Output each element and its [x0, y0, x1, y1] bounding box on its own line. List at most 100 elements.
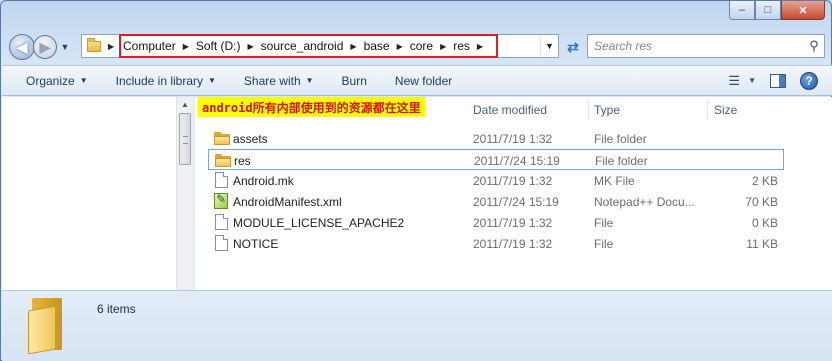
details-pane: 6 items: [2, 290, 832, 361]
minimize-button[interactable]: –: [729, 1, 755, 20]
column-divider[interactable]: [588, 99, 589, 120]
include-in-library-button[interactable]: Include in library ▼: [102, 66, 230, 95]
breadcrumb-item[interactable]: Soft (D:) ▶: [196, 39, 261, 53]
breadcrumb-separator-icon[interactable]: ▶: [440, 42, 446, 51]
organize-button[interactable]: Organize ▼: [2, 66, 102, 95]
file-size: 11 KB: [746, 237, 778, 251]
file-row[interactable]: Android.mk 2011/7/19 1:32 MK File 2 KB: [208, 170, 784, 191]
pane-splitter[interactable]: [193, 97, 195, 290]
share-with-button[interactable]: Share with ▼: [230, 66, 328, 95]
file-row[interactable]: res 2011/7/24 15:19 File folder: [208, 149, 784, 170]
caption-buttons: – □ ✕: [729, 1, 825, 20]
forward-arrow-icon: ▶: [39, 38, 51, 55]
file-name: MODULE_LICENSE_APACHE2: [233, 216, 405, 230]
help-button[interactable]: ?: [800, 71, 818, 90]
file-date-modified: 2011/7/19 1:32: [473, 132, 553, 146]
file-row[interactable]: assets 2011/7/19 1:32 File folder: [208, 128, 784, 149]
breadcrumb-item[interactable]: source_android ▶: [261, 39, 364, 53]
chevron-down-icon: ▼: [60, 42, 70, 52]
new-folder-button[interactable]: New folder: [381, 66, 466, 95]
column-header-date-modified[interactable]: Date modified: [473, 103, 547, 117]
search-icon[interactable]: ⚲: [804, 38, 824, 54]
maximize-button[interactable]: □: [755, 1, 781, 20]
file-name: assets: [233, 132, 268, 146]
breadcrumb-item[interactable]: base ▶: [364, 39, 410, 53]
column-header-type[interactable]: Type: [594, 103, 620, 117]
file-size: 2 KB: [751, 174, 778, 188]
folder-icon: [214, 131, 230, 145]
forward-button[interactable]: ▶: [33, 35, 57, 59]
file-date-modified: 2011/7/24 15:19: [473, 195, 559, 209]
breadcrumb-separator-icon[interactable]: ▶: [350, 42, 356, 51]
annotation-label: android所有内部使用到的资源都在这里: [198, 97, 425, 117]
breadcrumb-separator-icon[interactable]: ▶: [248, 42, 254, 51]
recent-pages-dropdown[interactable]: ▼: [59, 42, 71, 52]
toolbar-right: ☰ ▼ ?: [728, 66, 818, 95]
breadcrumb-separator-icon[interactable]: ▶: [183, 42, 189, 51]
file-date-modified: 2011/7/19 1:32: [473, 237, 553, 251]
scroll-up-icon[interactable]: ▲: [177, 97, 193, 113]
breadcrumb-label: Computer: [123, 39, 176, 53]
share-with-label: Share with: [243, 73, 301, 88]
file-row[interactable]: MODULE_LICENSE_APACHE2 2011/7/19 1:32 File…: [208, 212, 784, 233]
file-row[interactable]: NOTICE 2011/7/19 1:32 File 11 KB: [208, 233, 784, 254]
breadcrumb-label: res: [453, 39, 470, 53]
file-row[interactable]: AndroidManifest.xml 2011/7/24 15:19 Notepa…: [208, 191, 784, 212]
organize-label: Organize: [26, 73, 75, 88]
burn-button[interactable]: Burn: [328, 66, 381, 95]
file-type: File folder: [595, 154, 648, 168]
new-folder-label: New folder: [394, 73, 453, 88]
file-name: res: [234, 154, 251, 168]
preview-pane-button[interactable]: [770, 73, 786, 88]
breadcrumb-label: Soft (D:): [195, 39, 241, 53]
explorer-window: – □ ✕ ◀ ▶ ▼ ▶ Computer ▶ Soft (D:) ▶ source_…: [0, 0, 832, 361]
file-type: Notepad++ Docu...: [594, 195, 695, 209]
refresh-icon: ⇄: [567, 38, 579, 55]
breadcrumb-item[interactable]: Computer ▶: [123, 39, 196, 53]
back-arrow-icon: ◀: [16, 38, 28, 55]
file-name: AndroidManifest.xml: [233, 195, 342, 209]
address-history-dropdown[interactable]: ▼: [540, 35, 558, 57]
file-date-modified: 2011/7/19 1:32: [473, 174, 553, 188]
help-icon: ?: [805, 73, 813, 88]
breadcrumb-item[interactable]: res ▶: [453, 39, 490, 53]
file-type: MK File: [594, 174, 635, 188]
chevron-down-icon: ▼: [748, 76, 756, 85]
file-size: 0 KB: [751, 216, 778, 230]
refresh-button[interactable]: ⇄: [561, 36, 585, 58]
file-type: File folder: [594, 132, 647, 146]
file-icon: [214, 235, 230, 251]
breadcrumb-separator-icon[interactable]: ▶: [477, 42, 483, 51]
chevron-down-icon: ▼: [208, 76, 216, 85]
navigation-scrollbar[interactable]: ▲: [176, 97, 193, 290]
burn-label: Burn: [341, 73, 367, 88]
breadcrumb-item[interactable]: core ▶: [410, 39, 454, 53]
chevron-down-icon: ▼: [79, 76, 88, 85]
file-icon: [214, 214, 230, 230]
search-input[interactable]: Search res: [594, 39, 804, 53]
file-date-modified: 2011/7/19 1:32: [473, 216, 553, 230]
folder-icon: [215, 153, 231, 167]
chevron-down-icon: ▼: [545, 41, 554, 51]
close-button[interactable]: ✕: [781, 1, 825, 20]
breadcrumb-separator-icon[interactable]: ▶: [108, 42, 114, 51]
breadcrumb-label: core: [409, 39, 434, 53]
scrollbar-thumb[interactable]: [179, 113, 191, 165]
change-view-button[interactable]: ☰ ▼: [728, 73, 756, 89]
file-name: Android.mk: [233, 174, 294, 188]
include-in-library-label: Include in library: [115, 73, 203, 88]
back-button[interactable]: ◀: [9, 34, 35, 60]
xml-file-icon: [214, 192, 230, 209]
address-folder-icon: [82, 37, 106, 52]
command-bar: Organize ▼ Include in library ▼ Share with…: [2, 65, 832, 96]
column-divider[interactable]: [707, 99, 708, 120]
navigation-pane[interactable]: [2, 97, 192, 290]
search-box[interactable]: Search res ⚲: [587, 34, 825, 58]
address-row: ◀ ▶ ▼ ▶ Computer ▶ Soft (D:) ▶ source_androi…: [9, 31, 825, 63]
address-bar[interactable]: ▶ Computer ▶ Soft (D:) ▶ source_android ▶ base…: [81, 34, 559, 58]
column-header-size[interactable]: Size: [714, 103, 737, 117]
breadcrumb-label: base: [363, 39, 390, 53]
breadcrumb-separator-icon[interactable]: ▶: [397, 42, 403, 51]
view-list-icon: ☰: [728, 72, 741, 88]
file-size: 70 KB: [745, 195, 778, 209]
